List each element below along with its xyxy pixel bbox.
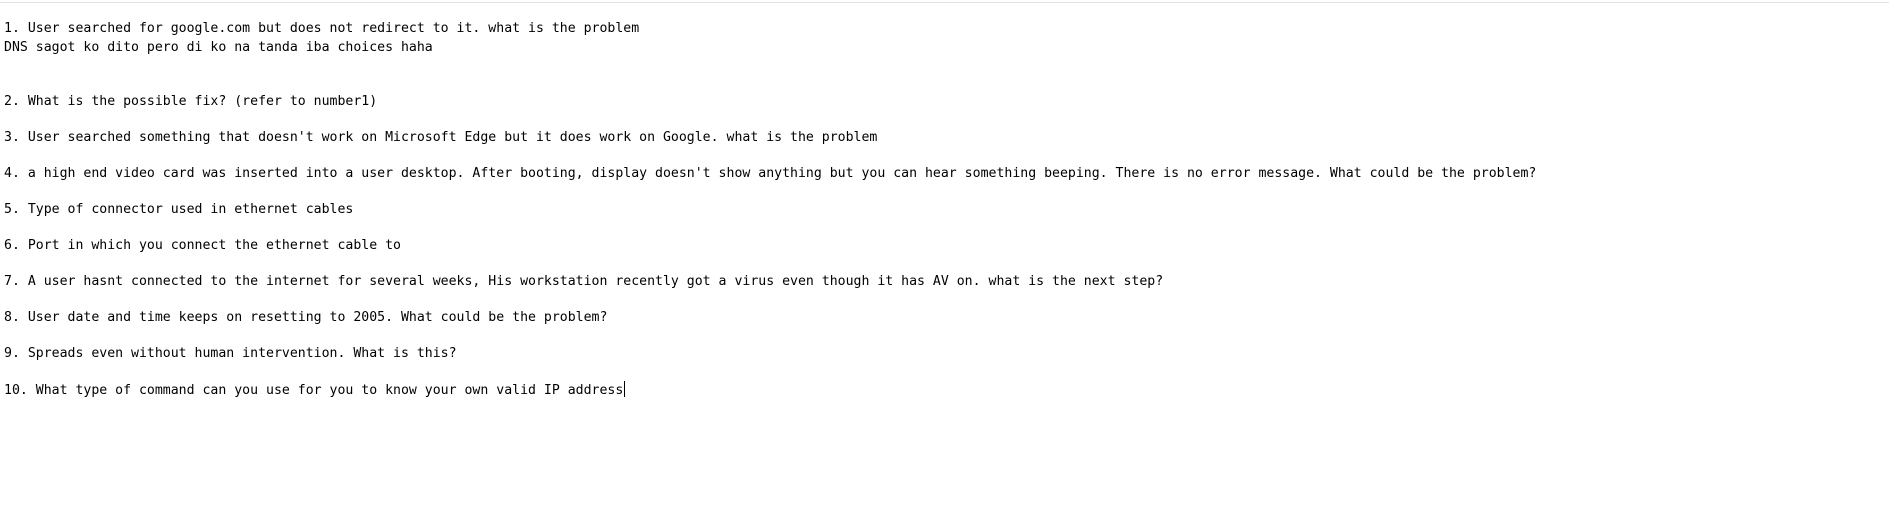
text-line-question-2: 2. What is the possible fix? (refer to n… [4, 94, 378, 109]
text-line-question-5: 5. Type of connector used in ethernet ca… [4, 202, 354, 217]
text-line-question-9: 9. Spreads even without human interventi… [4, 346, 457, 361]
text-line-question-3: 3. User searched something that doesn't … [4, 130, 878, 145]
text-line-answer-note: DNS sagot ko dito pero di ko na tanda ib… [4, 40, 433, 55]
text-editor-area[interactable]: 1. User searched for google.com but does… [0, 3, 1889, 513]
text-caret [624, 381, 626, 397]
text-line-question-1: 1. User searched for google.com but does… [4, 21, 640, 36]
text-line-question-7: 7. A user hasnt connected to the interne… [4, 274, 1164, 289]
text-line-question-6: 6. Port in which you connect the etherne… [4, 238, 401, 253]
text-line-question-4: 4. a high end video card was inserted in… [4, 166, 1537, 181]
text-line-question-10: 10. What type of command can you use for… [4, 383, 624, 398]
text-line-question-8: 8. User date and time keeps on resetting… [4, 310, 608, 325]
text-line-question-10-container: 10. What type of command can you use for… [4, 381, 626, 399]
